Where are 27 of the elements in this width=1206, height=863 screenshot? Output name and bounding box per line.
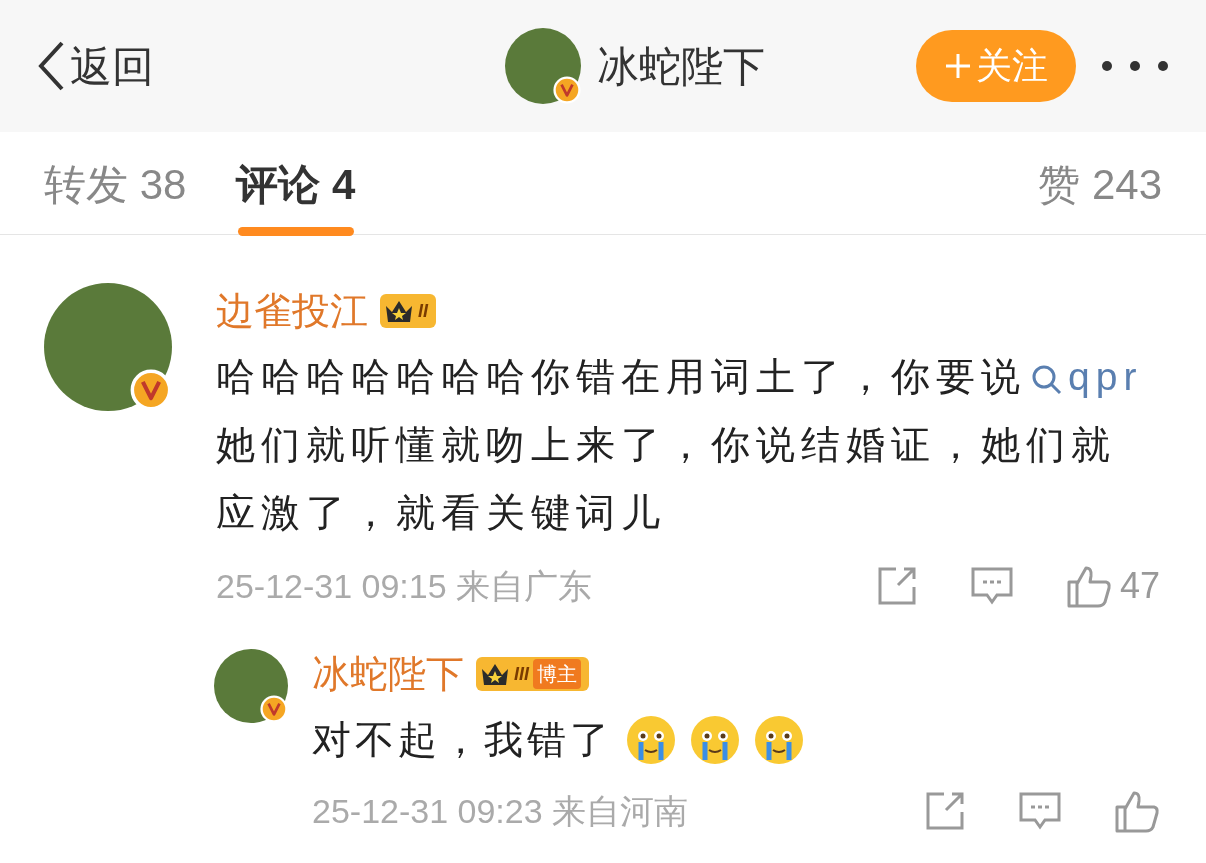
comment-meta: 25-12-31 09:15 来自广东 <box>216 565 593 607</box>
level-badge: II <box>380 294 436 328</box>
thumbs-up-icon[interactable] <box>1065 564 1112 608</box>
keyword-link[interactable]: qpr <box>1068 355 1143 398</box>
username[interactable]: 冰蛇陛下 <box>312 645 464 703</box>
comment-icon[interactable] <box>969 565 1014 607</box>
more-icon[interactable] <box>1100 59 1170 73</box>
crying-face-icon <box>625 714 677 767</box>
share-icon[interactable] <box>924 790 966 832</box>
crying-face-icon <box>753 714 805 767</box>
reply-meta: 25-12-31 09:23 来自河南 <box>312 790 689 832</box>
comment-icon[interactable] <box>1018 790 1062 832</box>
chevron-left-icon <box>36 39 66 93</box>
level-badge: III 博主 <box>476 657 589 691</box>
reply-text: 对不起，我错了 <box>312 717 613 763</box>
page-title: 冰蛇陛下 <box>597 41 765 92</box>
follow-button[interactable]: 关注 <box>916 30 1076 102</box>
likes-tab[interactable]: 赞 243 <box>1038 146 1162 222</box>
username[interactable]: 边雀投江 <box>216 282 368 340</box>
thumbs-up-icon[interactable] <box>1114 789 1160 833</box>
like-count: 47 <box>1119 564 1160 608</box>
crying-face-icon <box>689 714 741 767</box>
plus-icon <box>944 52 972 80</box>
comment-text: 哈哈哈哈哈哈哈你错在用词土了，你要说 qpr 她们就听懂就吻上来了，你说结婚证，她们就应激了，就看关键词儿 <box>216 354 1144 536</box>
back-button[interactable]: 返回 <box>36 34 154 98</box>
tab[interactable]: 评论 4 <box>236 146 356 236</box>
tab[interactable]: 转发 38 <box>44 146 187 236</box>
